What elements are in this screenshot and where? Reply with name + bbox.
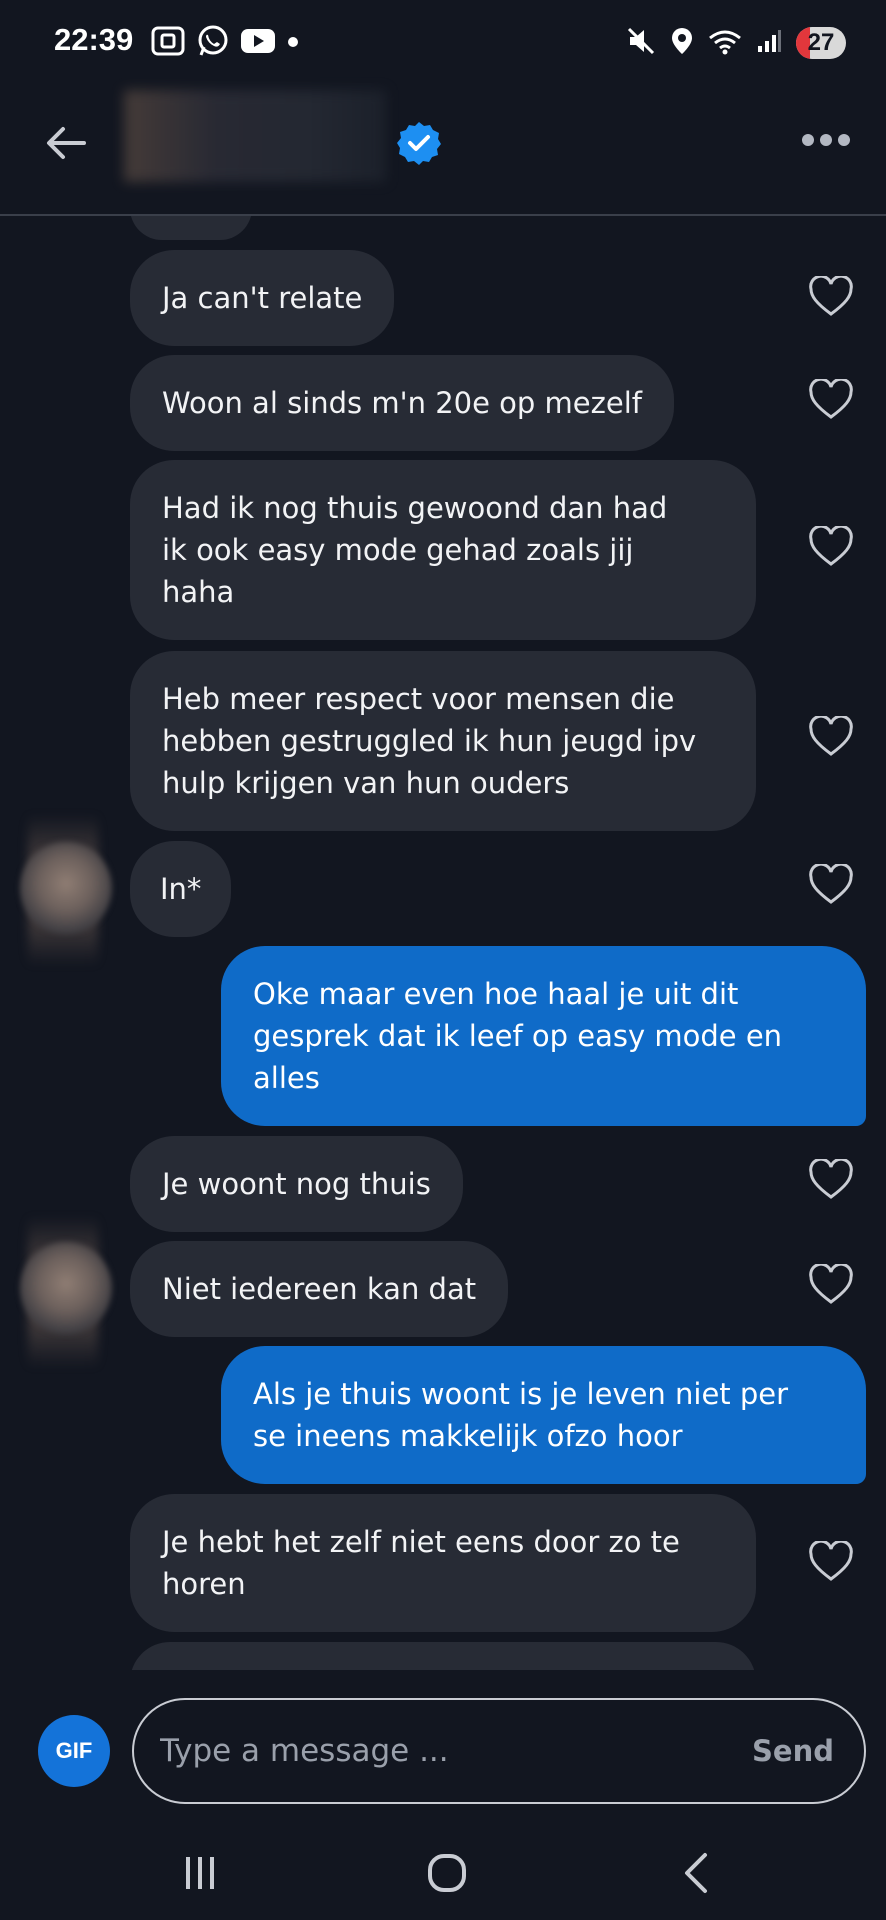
like-heart-icon[interactable] xyxy=(808,1159,854,1201)
message-bubble-received[interactable]: Je hebt het zelf niet eens door zo te ho… xyxy=(130,1494,756,1632)
chat-header xyxy=(0,90,886,214)
status-notification-icons xyxy=(150,24,300,62)
battery-level: 27 xyxy=(807,29,835,56)
home-button[interactable] xyxy=(417,1848,477,1898)
recent-apps-icon xyxy=(186,1857,214,1889)
message-bubble-received[interactable]: Woon al sinds m'n 20e op mezelf xyxy=(130,355,674,451)
send-button[interactable]: Send xyxy=(752,1734,834,1768)
message-text: Had ik nog thuis gewoond dan had ik ook … xyxy=(162,491,668,609)
like-heart-icon[interactable] xyxy=(808,379,854,421)
message-text: Heb meer respect voor mensen die hebben … xyxy=(162,682,697,800)
message-bubble-received[interactable]: Heb meer respect voor mensen die hebben … xyxy=(130,651,756,831)
mute-icon xyxy=(626,26,656,60)
like-heart-icon[interactable] xyxy=(808,716,854,758)
dot-icon xyxy=(286,34,300,53)
signal-icon xyxy=(756,28,782,58)
message-bubble-received[interactable]: Niet iedereen kan dat xyxy=(130,1241,509,1337)
like-heart-icon[interactable] xyxy=(808,864,854,906)
status-bar: 22:39 27 xyxy=(0,0,886,90)
message-composer: GIF Send xyxy=(0,1670,886,1820)
like-heart-icon[interactable] xyxy=(808,276,854,318)
location-icon xyxy=(670,26,694,60)
system-nav-bar xyxy=(0,1820,886,1920)
like-heart-icon[interactable] xyxy=(808,1264,854,1306)
message-text: Je woont nog thuis xyxy=(162,1167,431,1201)
status-time: 22:39 xyxy=(54,22,134,57)
message-bubble-sent[interactable]: Als je thuis woont is je leven niet per … xyxy=(221,1346,866,1484)
message-text: Je hebt het zelf niet eens door zo te ho… xyxy=(162,1525,680,1601)
message-bubble-partial xyxy=(130,1642,756,1670)
home-icon xyxy=(428,1854,466,1892)
recent-apps-button[interactable] xyxy=(170,1848,230,1898)
back-button[interactable] xyxy=(40,118,90,168)
message-bubble-received[interactable]: Had ik nog thuis gewoond dan had ik ook … xyxy=(130,460,756,640)
message-input-container[interactable]: Send xyxy=(132,1698,866,1804)
message-text: Als je thuis woont is je leven niet per … xyxy=(253,1377,789,1453)
back-nav-button[interactable] xyxy=(666,1848,726,1898)
message-text: Niet iedereen kan dat xyxy=(162,1272,477,1306)
back-nav-icon xyxy=(685,1853,707,1893)
message-bubble-sent[interactable]: Oke maar even hoe haal je uit dit gespre… xyxy=(221,946,866,1126)
message-bubble-received[interactable]: Je woont nog thuis xyxy=(130,1136,463,1232)
contact-name-blurred[interactable] xyxy=(124,90,386,182)
message-bubble-received[interactable]: In* xyxy=(130,841,232,937)
more-options-button[interactable] xyxy=(802,134,850,146)
gif-button[interactable]: GIF xyxy=(38,1715,110,1787)
message-text: In* xyxy=(160,872,202,906)
wifi-icon xyxy=(708,26,742,60)
like-heart-icon[interactable] xyxy=(808,1541,854,1583)
whatsapp-icon xyxy=(196,24,230,62)
like-heart-icon[interactable] xyxy=(808,526,854,568)
message-bubble-received[interactable]: Ja can't relate xyxy=(130,250,395,346)
youtube-icon xyxy=(240,27,276,59)
screenshot-icon xyxy=(150,24,186,62)
message-text: Woon al sinds m'n 20e op mezelf xyxy=(162,386,642,420)
more-icon xyxy=(802,134,814,146)
message-text: Oke maar even hoe haal je uit dit gespre… xyxy=(253,977,783,1095)
battery-indicator: 27 xyxy=(796,27,846,59)
message-input[interactable] xyxy=(134,1732,753,1770)
message-list[interactable]: Ja can't relate Woon al sinds m'n 20e op… xyxy=(0,216,886,1670)
message-bubble-partial xyxy=(130,216,252,240)
verified-badge-icon xyxy=(396,120,442,166)
sender-avatar[interactable] xyxy=(20,1242,112,1334)
back-arrow-icon xyxy=(47,127,86,159)
message-text: Ja can't relate xyxy=(162,281,363,315)
status-system-icons: 27 xyxy=(626,24,846,62)
sender-avatar[interactable] xyxy=(20,842,112,934)
